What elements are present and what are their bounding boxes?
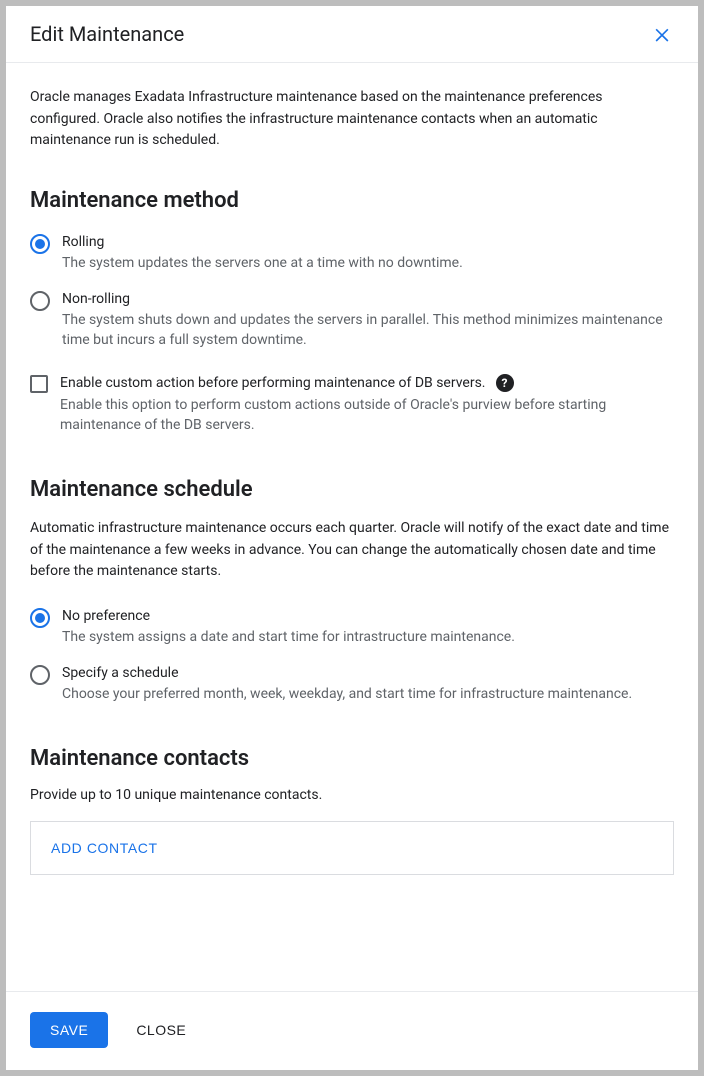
no-preference-label: No preference	[62, 607, 515, 625]
maintenance-schedule-heading: Maintenance schedule	[30, 477, 674, 502]
schedule-intro: Automatic infrastructure maintenance occ…	[30, 518, 674, 583]
maintenance-method-options: Rolling The system updates the servers o…	[30, 229, 674, 447]
close-icon-button[interactable]	[648, 20, 676, 48]
close-icon	[652, 24, 672, 44]
dialog-footer: SAVE CLOSE	[6, 991, 698, 1070]
maintenance-method-section: Maintenance method Rolling The system up…	[30, 188, 674, 447]
dialog-body: Oracle manages Exadata Infrastructure ma…	[6, 63, 698, 991]
nonrolling-radio[interactable]	[30, 291, 50, 311]
contacts-intro: Provide up to 10 unique maintenance cont…	[30, 787, 674, 803]
nonrolling-desc: The system shuts down and updates the se…	[62, 310, 674, 351]
maintenance-contacts-heading: Maintenance contacts	[30, 746, 674, 771]
dialog-title: Edit Maintenance	[30, 22, 184, 46]
save-button[interactable]: SAVE	[30, 1012, 108, 1048]
specify-schedule-option[interactable]: Specify a schedule Choose your preferred…	[30, 660, 674, 716]
specify-schedule-desc: Choose your preferred month, week, weekd…	[62, 684, 632, 704]
maintenance-schedule-section: Maintenance schedule Automatic infrastru…	[30, 477, 674, 716]
help-icon[interactable]: ?	[496, 374, 514, 392]
maintenance-contacts-section: Maintenance contacts Provide up to 10 un…	[30, 746, 674, 875]
no-preference-desc: The system assigns a date and start time…	[62, 627, 515, 647]
no-preference-radio[interactable]	[30, 608, 50, 628]
custom-action-desc: Enable this option to perform custom act…	[60, 395, 674, 436]
custom-action-label: Enable custom action before performing m…	[60, 374, 486, 392]
nonrolling-label: Non-rolling	[62, 290, 674, 308]
rolling-option[interactable]: Rolling The system updates the servers o…	[30, 229, 674, 285]
custom-action-checkbox[interactable]	[30, 375, 48, 393]
no-preference-option[interactable]: No preference The system assigns a date …	[30, 603, 674, 659]
specify-schedule-radio[interactable]	[30, 665, 50, 685]
maintenance-schedule-options: No preference The system assigns a date …	[30, 603, 674, 716]
nonrolling-option[interactable]: Non-rolling The system shuts down and up…	[30, 286, 674, 363]
dialog-header: Edit Maintenance	[6, 6, 698, 63]
custom-action-option[interactable]: Enable custom action before performing m…	[30, 362, 674, 447]
rolling-label: Rolling	[62, 233, 463, 251]
intro-text: Oracle manages Exadata Infrastructure ma…	[30, 87, 674, 152]
maintenance-method-heading: Maintenance method	[30, 188, 674, 213]
edit-maintenance-dialog: Edit Maintenance Oracle manages Exadata …	[6, 6, 698, 1070]
close-button[interactable]: CLOSE	[136, 1022, 186, 1038]
add-contact-button[interactable]: ADD CONTACT	[30, 821, 674, 875]
specify-schedule-label: Specify a schedule	[62, 664, 632, 682]
rolling-desc: The system updates the servers one at a …	[62, 253, 463, 273]
rolling-radio[interactable]	[30, 234, 50, 254]
